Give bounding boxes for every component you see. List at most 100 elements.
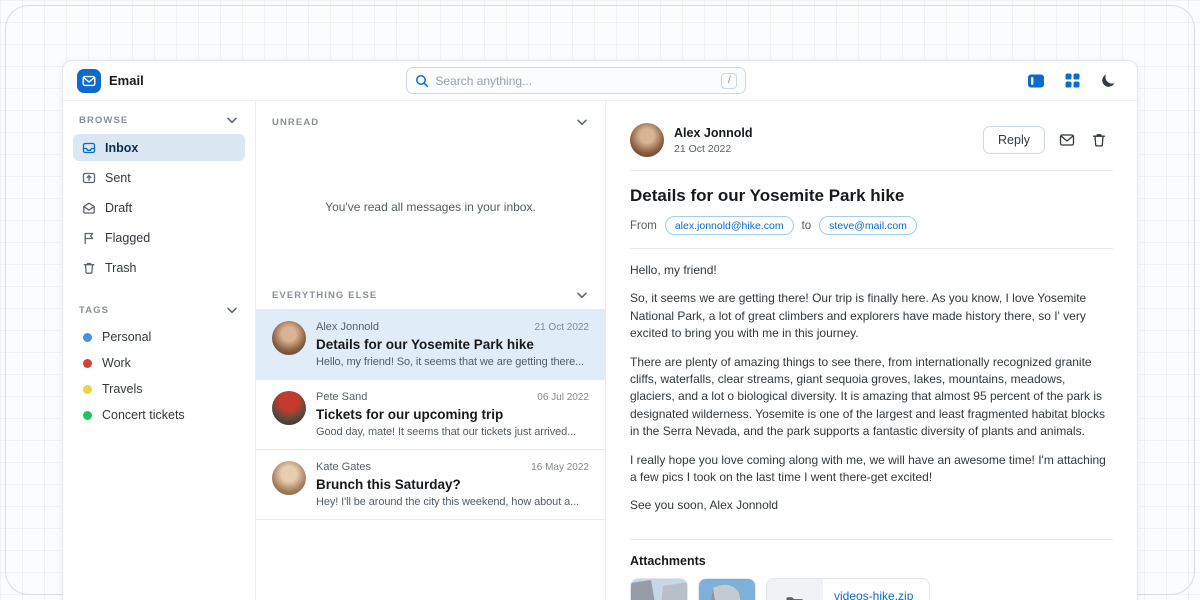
apps-grid-icon <box>1064 72 1081 89</box>
tag-label: Concert tickets <box>102 408 185 422</box>
sidebar-item-inbox[interactable]: Inbox <box>73 134 245 161</box>
attachments-label: Attachments <box>630 554 1113 568</box>
unread-section-label: Unread <box>272 117 319 128</box>
body-paragraph: So, it seems we are getting there! Our t… <box>630 290 1113 342</box>
dark-mode-button[interactable] <box>1093 66 1123 96</box>
email-list: Alex Jonnold 21 Oct 2022 Details for our… <box>256 309 605 520</box>
sidebar: Browse Inbox <box>63 101 256 600</box>
tag-color-dot <box>83 333 92 342</box>
detail-subject: Details for our Yosemite Park hike <box>630 186 1113 206</box>
email-app-window: Email / <box>62 60 1138 600</box>
trash-icon <box>1091 132 1107 148</box>
tag-color-dot <box>83 385 92 394</box>
app-columns: Browse Inbox <box>63 101 1137 600</box>
email-subject: Details for our Yosemite Park hike <box>316 337 589 352</box>
sidebar-item-flagged[interactable]: Flagged <box>73 224 245 251</box>
tag-item-work[interactable]: Work <box>73 350 245 376</box>
search-bar[interactable]: / <box>406 67 746 94</box>
list-item-email-1[interactable]: Alex Jonnold 21 Oct 2022 Details for our… <box>256 310 605 380</box>
detail-header: Alex Jonnold 21 Oct 2022 Reply <box>630 123 1113 157</box>
photo-attachment-1[interactable] <box>630 578 688 600</box>
tags-section-label: Tags <box>79 305 109 316</box>
tag-label: Travels <box>102 382 143 396</box>
sidebar-item-label: Trash <box>105 261 137 275</box>
body-paragraph: See you soon, Alex Jonnold <box>630 497 1113 514</box>
body-paragraph: There are plenty of amazing things to se… <box>630 354 1113 441</box>
landscape-photo <box>699 579 756 600</box>
landscape-photo <box>631 579 688 600</box>
search-icon <box>415 74 429 88</box>
chevron-down-icon <box>227 307 237 314</box>
divider <box>630 170 1113 171</box>
sidebar-item-label: Inbox <box>105 141 138 155</box>
sidebar-item-label: Sent <box>105 171 131 185</box>
unread-empty-message: You've read all messages in your inbox. <box>256 132 605 282</box>
to-email-chip[interactable]: steve@mail.com <box>819 216 917 235</box>
tag-item-concert-tickets[interactable]: Concert tickets <box>73 402 245 428</box>
apps-grid-button[interactable] <box>1057 66 1087 96</box>
browse-collapse-button[interactable] <box>225 115 239 126</box>
detail-actions: Reply <box>983 126 1113 154</box>
email-detail-pane: Alex Jonnold 21 Oct 2022 Reply <box>606 101 1137 600</box>
email-subject: Tickets for our upcoming trip <box>316 407 589 422</box>
email-preview: Hello, my friend! So, it seems that we a… <box>316 356 589 368</box>
trash-icon <box>82 261 96 275</box>
inbox-icon <box>82 141 96 155</box>
tags-collapse-button[interactable] <box>225 305 239 316</box>
email-date: 16 May 2022 <box>531 462 589 473</box>
unread-section-header: Unread <box>256 101 605 132</box>
list-item-email-3[interactable]: Kate Gates 16 May 2022 Brunch this Satur… <box>256 450 605 520</box>
divider <box>630 248 1113 249</box>
body-paragraph: I really hope you love coming along with… <box>630 452 1113 487</box>
sidebar-item-label: Draft <box>105 201 132 215</box>
layout-toggle-button[interactable] <box>1021 66 1051 96</box>
email-body: Hello, my friend! So, it seems we are ge… <box>630 262 1113 526</box>
email-sender: Pete Sand <box>316 391 367 403</box>
email-logo-icon <box>77 69 101 93</box>
sent-icon <box>82 171 96 185</box>
mark-unread-button[interactable] <box>1053 126 1081 154</box>
email-subject: Brunch this Saturday? <box>316 477 589 492</box>
tag-color-dot <box>83 359 92 368</box>
sidebar-item-draft[interactable]: Draft <box>73 194 245 221</box>
browse-section-header: Browse <box>73 113 245 128</box>
from-to-row: From alex.jonnold@hike.com to steve@mail… <box>630 216 1113 235</box>
sidebar-item-trash[interactable]: Trash <box>73 254 245 281</box>
unread-collapse-button[interactable] <box>575 117 589 128</box>
email-list-pane: Unread You've read all messages in your … <box>256 101 606 600</box>
sidebar-panel-icon <box>1027 72 1045 90</box>
email-preview: Good day, mate! It seems that our ticket… <box>316 426 589 438</box>
tags-section-header: Tags <box>73 303 245 318</box>
tag-item-personal[interactable]: Personal <box>73 324 245 350</box>
draft-icon <box>82 201 96 215</box>
chevron-down-icon <box>227 117 237 124</box>
chevron-down-icon <box>577 119 587 126</box>
detail-sender-name: Alex Jonnold <box>674 126 973 140</box>
sidebar-item-sent[interactable]: Sent <box>73 164 245 191</box>
tag-item-travels[interactable]: Travels <box>73 376 245 402</box>
email-sender: Kate Gates <box>316 461 371 473</box>
avatar <box>272 391 306 425</box>
to-label: to <box>802 220 812 232</box>
avatar <box>272 461 306 495</box>
photo-attachment-2[interactable] <box>698 578 756 600</box>
sidebar-item-label: Flagged <box>105 231 150 245</box>
list-item-email-2[interactable]: Pete Sand 06 Jul 2022 Tickets for our up… <box>256 380 605 450</box>
email-preview: Hey! I'll be around the city this weeken… <box>316 496 589 508</box>
chevron-down-icon <box>577 292 587 299</box>
folder-icon <box>767 579 823 600</box>
reply-button[interactable]: Reply <box>983 126 1045 154</box>
from-email-chip[interactable]: alex.jonnold@hike.com <box>665 216 794 235</box>
delete-button[interactable] <box>1085 126 1113 154</box>
header-actions <box>1021 66 1123 96</box>
avatar <box>630 123 664 157</box>
everything-else-section-label: Everything else <box>272 290 377 301</box>
tag-label: Personal <box>102 330 151 344</box>
moon-icon <box>1099 72 1117 90</box>
tag-color-dot <box>83 411 92 420</box>
detail-date: 21 Oct 2022 <box>674 143 973 155</box>
everything-else-collapse-button[interactable] <box>575 290 589 301</box>
search-input[interactable] <box>435 74 715 88</box>
file-attachment-card[interactable]: videos-hike.zip 100 MB <box>766 578 930 600</box>
app-header: Email / <box>63 61 1137 101</box>
